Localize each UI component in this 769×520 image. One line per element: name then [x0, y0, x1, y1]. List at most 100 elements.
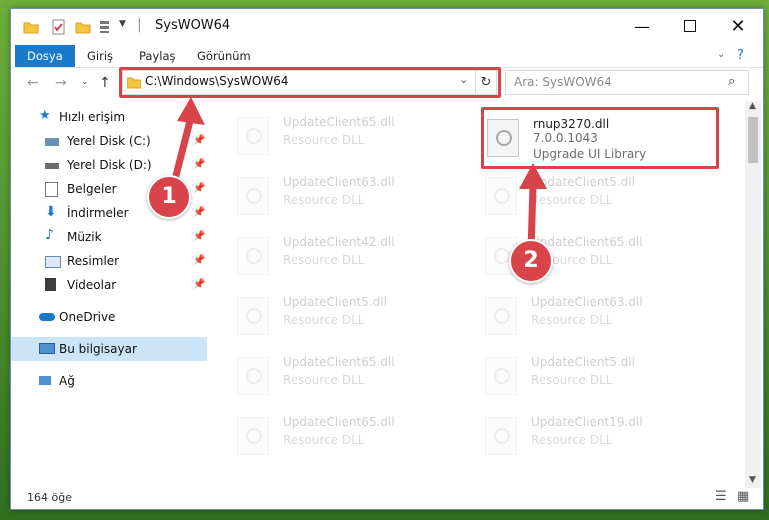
- file-tile[interactable]: UpdateClient63.dll Resource DLL: [459, 289, 691, 341]
- item-count: 164 öğe: [27, 491, 72, 504]
- pin-icon[interactable]: 📌: [193, 273, 205, 297]
- file-name: UpdateClient65.dll: [283, 355, 395, 369]
- nav-label: Bu bilgisayar: [59, 342, 137, 356]
- star-icon: ★: [39, 108, 51, 123]
- file-name: UpdateClient65.dll: [283, 415, 395, 429]
- file-tile[interactable]: UpdateClient65.dll Resource DLL: [211, 109, 443, 161]
- dll-file-icon: [485, 417, 517, 455]
- file-description: Resource DLL: [531, 373, 613, 387]
- help-icon[interactable]: ?: [737, 48, 744, 63]
- chevron-down-icon[interactable]: ▼: [119, 19, 126, 35]
- documents-icon: [45, 182, 58, 197]
- pin-icon[interactable]: 📌: [193, 225, 205, 249]
- maximize-button[interactable]: [667, 9, 713, 43]
- recent-locations-icon[interactable]: ⌄: [81, 77, 89, 87]
- nav-label: Videolar: [67, 278, 117, 292]
- pin-icon[interactable]: 📌: [193, 249, 205, 273]
- drive-icon: [45, 163, 59, 169]
- tab-share[interactable]: Paylaş: [129, 45, 186, 67]
- nav-label: Ağ: [59, 374, 75, 388]
- file-description: Resource DLL: [283, 193, 365, 207]
- large-icons-view-icon[interactable]: ▦: [737, 489, 749, 504]
- nav-item-videos[interactable]: Videolar 📌: [11, 273, 207, 297]
- file-description: Resource DLL: [283, 373, 365, 387]
- nav-label: OneDrive: [59, 310, 116, 324]
- file-description: Resource DLL: [283, 133, 365, 147]
- file-name: UpdateClient5.dll: [531, 355, 635, 369]
- ribbon-expand-icon[interactable]: ⌄: [717, 49, 725, 60]
- forward-button[interactable]: →: [55, 75, 67, 91]
- search-icon[interactable]: ⌕: [728, 74, 735, 89]
- up-button[interactable]: ↑: [99, 75, 111, 91]
- file-description: Resource DLL: [283, 253, 365, 267]
- file-tile[interactable]: UpdateClient65.dll Resource DLL: [211, 409, 443, 461]
- nav-label: Yerel Disk (C:): [67, 134, 151, 148]
- file-name: UpdateClient63.dll: [283, 175, 395, 189]
- dll-file-icon: [237, 237, 269, 275]
- file-name: UpdateClient5.dll: [283, 295, 387, 309]
- dll-file-icon: [485, 357, 517, 395]
- nav-item-onedrive[interactable]: OneDrive: [11, 305, 207, 329]
- customize-toolbar-icon[interactable]: [99, 19, 115, 35]
- file-tile[interactable]: UpdateClient65.dll Resource DLL: [211, 349, 443, 401]
- minimize-button[interactable]: —: [619, 9, 665, 43]
- computer-icon: [39, 343, 55, 354]
- file-name: UpdateClient19.dll: [531, 415, 643, 429]
- nav-item-network[interactable]: Ağ: [11, 369, 207, 393]
- back-button[interactable]: ←: [27, 75, 39, 91]
- video-icon: [45, 278, 56, 291]
- nav-label: Hızlı erişim: [59, 110, 126, 124]
- window-title: SysWOW64: [155, 18, 231, 33]
- nav-item-music[interactable]: ♪ Müzik 📌: [11, 225, 207, 249]
- ribbon-tabs: Dosya Giriş Paylaş Görünüm ? ⌄: [11, 45, 763, 68]
- explorer-window: ▼ | SysWOW64 — ✕ Dosya Giriş Paylaş Görü…: [10, 8, 764, 510]
- nav-item-pictures[interactable]: Resimler 📌: [11, 249, 207, 273]
- step-badge-2: 2: [509, 239, 553, 283]
- close-icon: ✕: [730, 15, 746, 37]
- file-name: UpdateClient42.dll: [283, 235, 395, 249]
- nav-item-this-pc[interactable]: Bu bilgisayar: [11, 337, 207, 361]
- file-description: Resource DLL: [531, 433, 613, 447]
- nav-label: Yerel Disk (D:): [67, 158, 152, 172]
- music-icon: ♪: [45, 227, 54, 243]
- drive-icon: [45, 138, 59, 146]
- minimize-icon: —: [634, 16, 650, 36]
- dll-file-icon: [237, 417, 269, 455]
- dll-file-icon: [237, 177, 269, 215]
- dll-file-icon: [237, 297, 269, 335]
- dll-file-icon: [485, 297, 517, 335]
- new-folder-icon[interactable]: [75, 19, 91, 35]
- step-badge-1: 1: [147, 175, 191, 219]
- close-button[interactable]: ✕: [715, 9, 761, 43]
- search-input[interactable]: Ara: SysWOW64: [514, 75, 612, 89]
- file-tile[interactable]: UpdateClient63.dll Resource DLL: [211, 169, 443, 221]
- nav-label: İndirmeler: [67, 206, 129, 220]
- nav-label: Resimler: [67, 254, 120, 268]
- scroll-down-icon[interactable]: ▼: [749, 475, 756, 485]
- scroll-up-icon[interactable]: ▲: [749, 101, 756, 111]
- folder-icon[interactable]: [23, 19, 39, 35]
- tab-home[interactable]: Giriş: [77, 45, 123, 67]
- file-description: Resource DLL: [283, 313, 365, 327]
- properties-icon[interactable]: [51, 19, 67, 35]
- tab-file[interactable]: Dosya: [15, 45, 75, 67]
- nav-label: Belgeler: [67, 182, 117, 196]
- address-highlight-box: [119, 67, 501, 98]
- file-tile[interactable]: UpdateClient5.dll Resource DLL: [459, 349, 691, 401]
- scroll-thumb[interactable]: [748, 117, 758, 163]
- download-icon: ⬇: [45, 204, 57, 220]
- dll-file-icon: [237, 357, 269, 395]
- pictures-icon: [45, 256, 61, 268]
- tab-view[interactable]: Görünüm: [187, 45, 261, 67]
- cloud-icon: [39, 313, 55, 321]
- vertical-scrollbar[interactable]: ▲ ▼: [745, 101, 761, 488]
- search-box[interactable]: Ara: SysWOW64 ⌕: [505, 70, 749, 95]
- file-tile[interactable]: UpdateClient19.dll Resource DLL: [459, 409, 691, 461]
- file-tile[interactable]: UpdateClient42.dll Resource DLL: [211, 229, 443, 281]
- file-tile[interactable]: UpdateClient5.dll Resource DLL: [459, 169, 691, 221]
- file-tile[interactable]: UpdateClient5.dll Resource DLL: [211, 289, 443, 341]
- file-name: UpdateClient65.dll: [283, 115, 395, 129]
- file-description: Resource DLL: [283, 433, 365, 447]
- details-view-icon[interactable]: ☰: [715, 489, 727, 504]
- file-tile[interactable]: UpdateClient65.dll Resource DLL: [459, 229, 691, 281]
